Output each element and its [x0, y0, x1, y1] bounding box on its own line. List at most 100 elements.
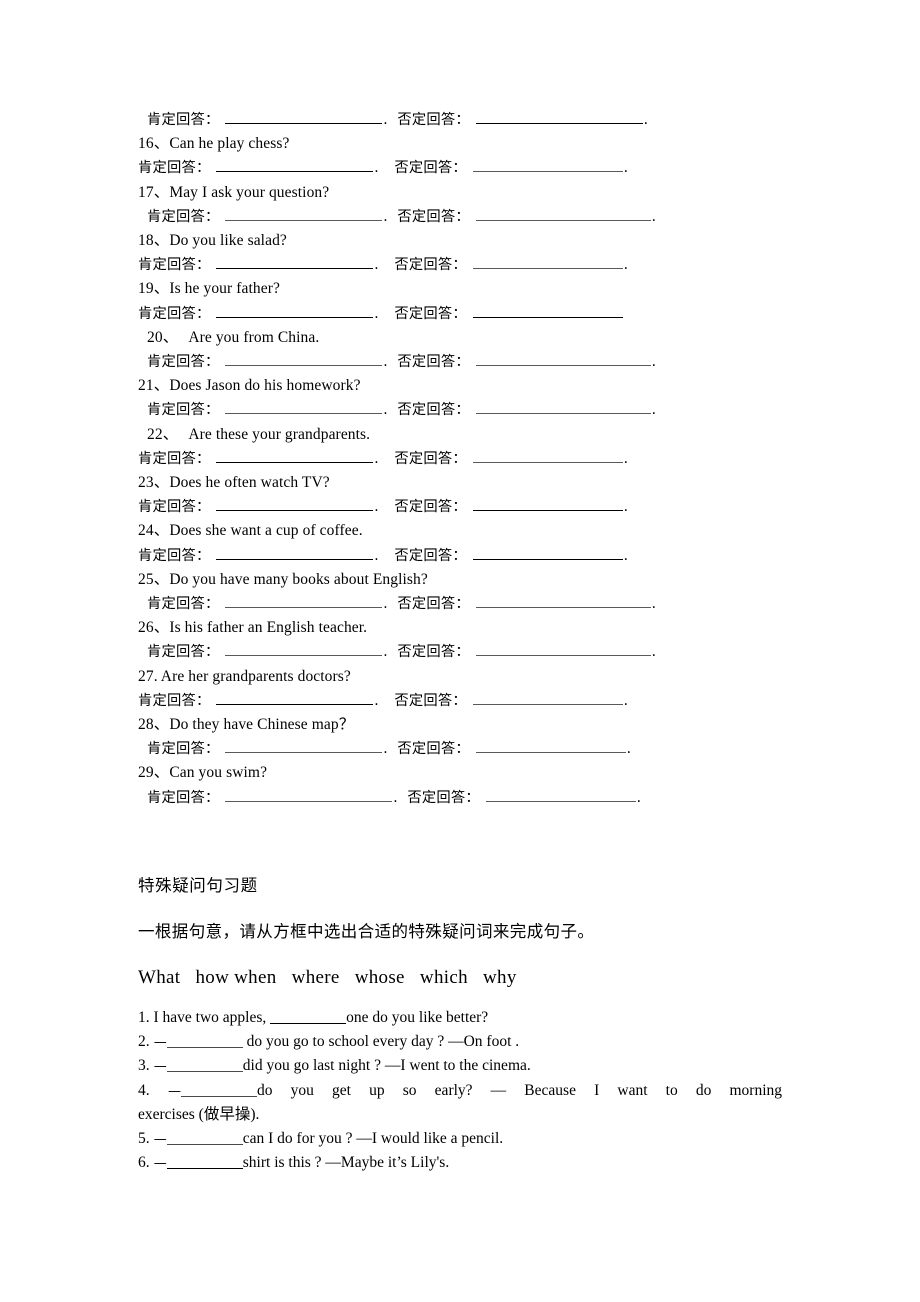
negative-blank[interactable] [475, 738, 626, 754]
negative-blank[interactable] [472, 448, 623, 463]
question-number: 20、 [147, 328, 179, 346]
exercise-pre: — [149, 1035, 167, 1050]
answer-line: 肯定回答：. 否定回答：. [138, 205, 782, 229]
affirmative-blank[interactable] [225, 206, 383, 221]
question-number: 19、 [138, 280, 170, 298]
exercise-post: shirt is this ? —Maybe it’s Lily's. [242, 1154, 450, 1171]
period: . [623, 498, 628, 516]
negative-label: 否定回答： [394, 450, 467, 467]
question-line: 20、 Are you from China. [138, 326, 782, 350]
question-text: Does he often watch TV? [169, 474, 330, 492]
period: . [374, 159, 379, 177]
negative-label: 否定回答： [397, 354, 470, 371]
section-instruction: 一根据句意，请从方框中选出合适的特殊疑问词来完成句子。 [138, 922, 595, 941]
period: . [383, 207, 388, 225]
question-number: 23、 [138, 474, 170, 492]
affirmative-blank[interactable] [225, 399, 383, 415]
affirmative-blank[interactable] [225, 351, 383, 367]
answer-line: 肯定回答：. 否定回答：. [138, 640, 782, 664]
period: . [643, 111, 648, 128]
exercise-blank[interactable] [166, 1034, 243, 1048]
question-line: 25、Do you have many books about English? [138, 568, 782, 592]
question-line: 17、May I ask your question? [138, 181, 782, 205]
exercise-blank[interactable] [166, 1058, 243, 1072]
negative-blank[interactable] [472, 690, 623, 705]
exercise-item: 4. — do you get up so early? — Because I … [138, 1079, 782, 1104]
affirmative-blank[interactable] [216, 690, 374, 705]
negative-blank[interactable] [472, 545, 623, 560]
negative-blank[interactable] [485, 787, 636, 802]
period: . [383, 595, 388, 613]
affirmative-blank[interactable] [216, 254, 374, 270]
negative-blank[interactable] [475, 641, 651, 657]
period: . [651, 353, 656, 371]
negative-blank[interactable] [472, 254, 623, 270]
negative-blank[interactable] [475, 109, 643, 124]
negative-blank[interactable] [475, 206, 651, 221]
question-line: 22、 Are these your grandparents. [138, 423, 782, 447]
section-title: 特殊疑问句习题 [138, 876, 258, 895]
negative-label: 否定回答： [397, 402, 470, 419]
negative-label: 否定回答： [397, 112, 470, 128]
question-line: 19、Is he your father? [138, 277, 782, 301]
period: . [374, 256, 379, 274]
question-line: 29、Can you swim? [138, 761, 782, 785]
exercise-continuation-text: exercises (做早操). [138, 1106, 260, 1123]
answer-line: 肯定回答：. 否定回答：. [138, 447, 782, 471]
answer-line: 肯定回答：. 否定回答：. [138, 786, 782, 810]
answer-line: 肯定回答：. 否定回答：. [138, 108, 782, 132]
affirmative-blank[interactable] [225, 109, 383, 124]
exercise-blank[interactable] [166, 1131, 243, 1145]
affirmative-blank[interactable] [216, 496, 374, 512]
period: . [374, 304, 379, 322]
affirmative-label: 肯定回答： [138, 692, 211, 709]
exercise-blank[interactable] [270, 1010, 347, 1024]
negative-blank[interactable] [475, 399, 651, 415]
exercise-blank[interactable] [181, 1083, 258, 1097]
answer-line: 肯定回答：. 否定回答：. [138, 156, 782, 180]
affirmative-blank[interactable] [225, 738, 383, 754]
period: . [383, 111, 388, 128]
period: . [374, 449, 379, 467]
affirmative-blank[interactable] [216, 157, 374, 173]
question-text: Is his father an English teacher. [169, 619, 368, 637]
affirmative-blank[interactable] [225, 641, 383, 657]
negative-label: 否定回答： [407, 789, 480, 806]
period: . [383, 401, 388, 419]
question-number: 26、 [138, 619, 170, 637]
exercise-item: 5. — can I do for you ? —I would like a p… [138, 1127, 503, 1152]
affirmative-label: 肯定回答： [147, 596, 220, 613]
question-number: 27. [138, 667, 161, 685]
question-text: Do you have many books about English? [169, 570, 428, 588]
negative-blank[interactable] [475, 351, 651, 367]
negative-blank[interactable] [472, 496, 623, 512]
exercise-number: 1. [138, 1009, 150, 1026]
exercise-continuation: exercises (做早操). [138, 1103, 259, 1127]
affirmative-blank[interactable] [225, 593, 383, 609]
negative-label: 否定回答： [394, 160, 467, 177]
affirmative-blank[interactable] [216, 545, 374, 560]
question-text: Do they have Chinese map？ [169, 716, 355, 734]
negative-blank[interactable] [472, 303, 623, 318]
period: . [651, 401, 656, 419]
negative-label: 否定回答： [397, 208, 470, 225]
document-page: 肯定回答：. 否定回答：. 16、Can he play chess? 肯定回答：… [0, 0, 920, 1302]
negative-blank[interactable] [472, 157, 623, 173]
period: . [623, 546, 628, 564]
exercise-item: 1. I have two apples, one do you like be… [138, 1006, 488, 1030]
exercise-blank[interactable] [166, 1155, 243, 1169]
answer-line: 肯定回答：. 否定回答：. [138, 398, 782, 422]
question-number: 25、 [138, 570, 170, 588]
exercise-post: can I do for you ? —I would like a penci… [242, 1130, 504, 1147]
affirmative-label: 肯定回答： [138, 450, 211, 467]
question-number: 21、 [138, 377, 170, 395]
affirmative-blank[interactable] [216, 303, 374, 318]
answer-line: 肯定回答：. 否定回答：. [138, 544, 782, 568]
affirmative-blank[interactable] [216, 448, 374, 463]
question-line: 18、Do you like salad? [138, 229, 782, 253]
negative-blank[interactable] [475, 593, 651, 609]
period: . [636, 788, 641, 806]
affirmative-blank[interactable] [225, 787, 393, 802]
question-line: 23、Does he often watch TV? [138, 471, 782, 495]
exercise-pre: — [149, 1084, 182, 1099]
